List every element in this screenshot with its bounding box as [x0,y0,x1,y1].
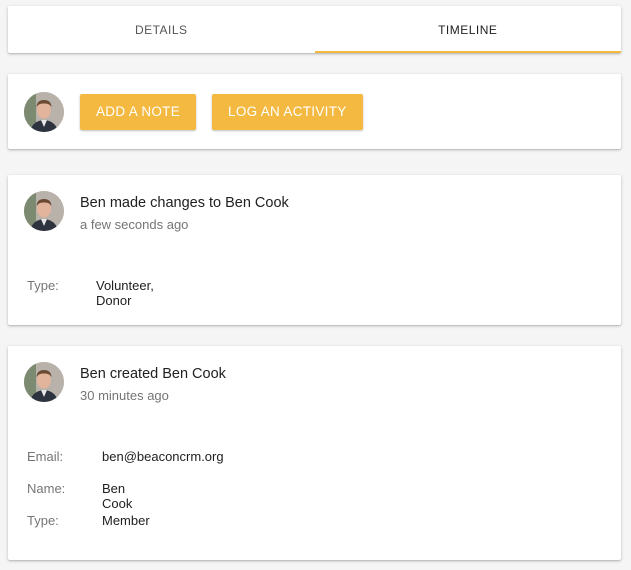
entry-header: Ben made changes to Ben Cook a few secon… [24,191,289,234]
avatar-photo [24,362,64,402]
entry-timestamp: a few seconds ago [80,217,189,232]
tab-details[interactable]: DETAILS [8,6,315,53]
tab-timeline[interactable]: TIMELINE [314,6,622,53]
field-value: ben@beaconcrm.org [102,449,224,464]
log-activity-button[interactable]: LOG AN ACTIVITY [212,93,363,130]
timeline-entry: Ben made changes to Ben Cook a few secon… [8,175,621,325]
field-label: Type: [27,278,59,293]
entry-header: Ben created Ben Cook 30 minutes ago [24,362,226,405]
avatar-photo [24,91,64,132]
add-note-button[interactable]: ADD A NOTE [80,93,197,130]
entry-timestamp: 30 minutes ago [80,388,169,403]
field-row-email: Email: ben@beaconcrm.org [27,449,224,464]
field-value: Member [102,513,150,528]
field-label: Email: [27,449,64,464]
user-avatar [24,191,64,231]
tab-bar: DETAILS TIMELINE [8,6,621,53]
avatar-photo [24,191,64,231]
entry-title: Ben created Ben Cook [80,366,226,382]
field-value: Volunteer, Donor [96,278,154,308]
entry-title: Ben made changes to Ben Cook [80,195,289,211]
field-row-name: Name: Ben Cook [27,481,132,511]
user-avatar [24,362,64,402]
field-row-type: Type: Member [27,513,150,528]
field-value: Ben Cook [102,481,133,511]
user-avatar [24,91,64,132]
timeline-entry: Ben created Ben Cook 30 minutes ago Emai… [8,346,621,560]
field-row-type: Type: Volunteer, Donor [27,278,154,308]
field-label: Type: [27,513,59,528]
entry-text: Ben made changes to Ben Cook a few secon… [80,191,289,234]
entry-text: Ben created Ben Cook 30 minutes ago [80,362,226,405]
field-label: Name: [27,481,66,496]
action-card: ADD A NOTE LOG AN ACTIVITY [8,74,621,149]
